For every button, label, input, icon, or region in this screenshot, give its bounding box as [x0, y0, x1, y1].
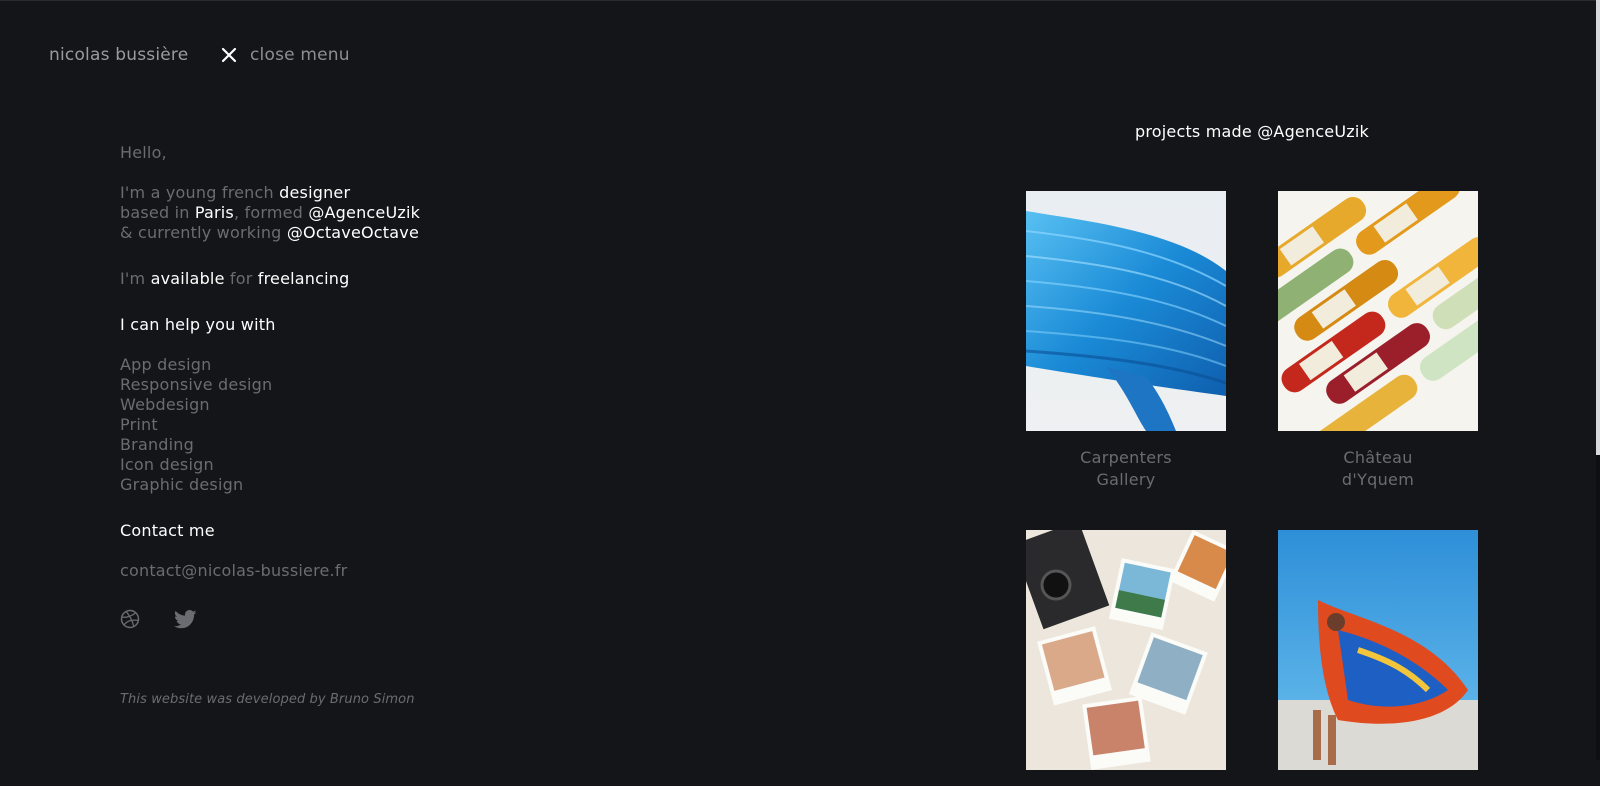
services-list: App design Responsive design Webdesign P… — [120, 355, 480, 495]
intro-line-3: & currently working @OctaveOctave — [120, 223, 480, 243]
intro-text: I'm a young french — [120, 183, 280, 202]
email-link[interactable]: contact@nicolas-bussiere.fr — [120, 561, 480, 581]
project-title-line: Château — [1343, 448, 1413, 467]
project-thumbnail — [1278, 530, 1478, 770]
project-title-line: Gallery — [1096, 470, 1156, 489]
intro-city: Paris — [194, 203, 234, 222]
project-thumbnail — [1026, 191, 1226, 431]
dribbble-icon — [120, 609, 140, 629]
project-caption: Carpenters Gallery — [1026, 447, 1226, 491]
close-icon — [221, 47, 237, 63]
contact-heading: Contact me — [120, 521, 215, 540]
intro-line-1: I'm a young french designer — [120, 183, 480, 203]
project-card-yquem[interactable]: Château d'Yquem — [1278, 191, 1478, 491]
intro-line-2: based in Paris, formed @AgenceUzik — [120, 203, 480, 223]
greeting: Hello, — [120, 143, 167, 162]
intro-designer: designer — [279, 183, 351, 202]
developer-credit[interactable]: This website was developed by Bruno Simo… — [120, 692, 415, 707]
project-thumbnail — [1278, 191, 1478, 431]
project-card-polaroids[interactable] — [1026, 530, 1226, 786]
project-thumbnail — [1026, 530, 1226, 770]
service-item: Branding — [120, 435, 194, 454]
project-title-line: Carpenters — [1080, 448, 1172, 467]
service-item: Graphic design — [120, 475, 244, 494]
brand-name[interactable]: nicolas bussière — [49, 45, 188, 65]
avail-freelancing: freelancing — [257, 269, 350, 288]
octave-octave-link[interactable]: @OctaveOctave — [287, 223, 419, 242]
service-item: Webdesign — [120, 395, 210, 414]
intro-text: based in — [120, 203, 195, 222]
intro-text: , formed — [233, 203, 309, 222]
project-title-line: d'Yquem — [1341, 470, 1415, 489]
twitter-link[interactable] — [174, 609, 197, 629]
avail-text: I'm — [120, 269, 151, 288]
close-menu-label: close menu — [250, 45, 350, 65]
service-item: App design — [120, 355, 212, 374]
service-item: Print — [120, 415, 158, 434]
scrollbar-thumb[interactable] — [1596, 0, 1600, 455]
service-item: Responsive design — [120, 375, 273, 394]
avail-available: available — [150, 269, 225, 288]
service-item: Icon design — [120, 455, 214, 474]
agence-uzik-link[interactable]: @AgenceUzik — [308, 203, 420, 222]
bio-section: Hello, I'm a young french designer based… — [120, 143, 480, 629]
dribbble-link[interactable] — [120, 609, 140, 629]
project-card-carpenters[interactable]: Carpenters Gallery — [1026, 191, 1226, 491]
social-links — [120, 609, 480, 629]
projects-title: projects made @AgenceUzik — [1135, 122, 1369, 141]
close-menu-button[interactable]: close menu — [220, 45, 350, 65]
twitter-icon — [174, 609, 197, 628]
scrollbar-track[interactable] — [1596, 0, 1600, 760]
availability-line: I'm available for freelancing — [120, 269, 480, 289]
intro-text: & currently working — [120, 223, 287, 242]
avail-text: for — [224, 269, 258, 288]
help-heading: I can help you with — [120, 315, 276, 334]
top-border — [0, 0, 1600, 1]
project-caption: Château d'Yquem — [1278, 447, 1478, 491]
project-card-scarf[interactable] — [1278, 530, 1478, 786]
